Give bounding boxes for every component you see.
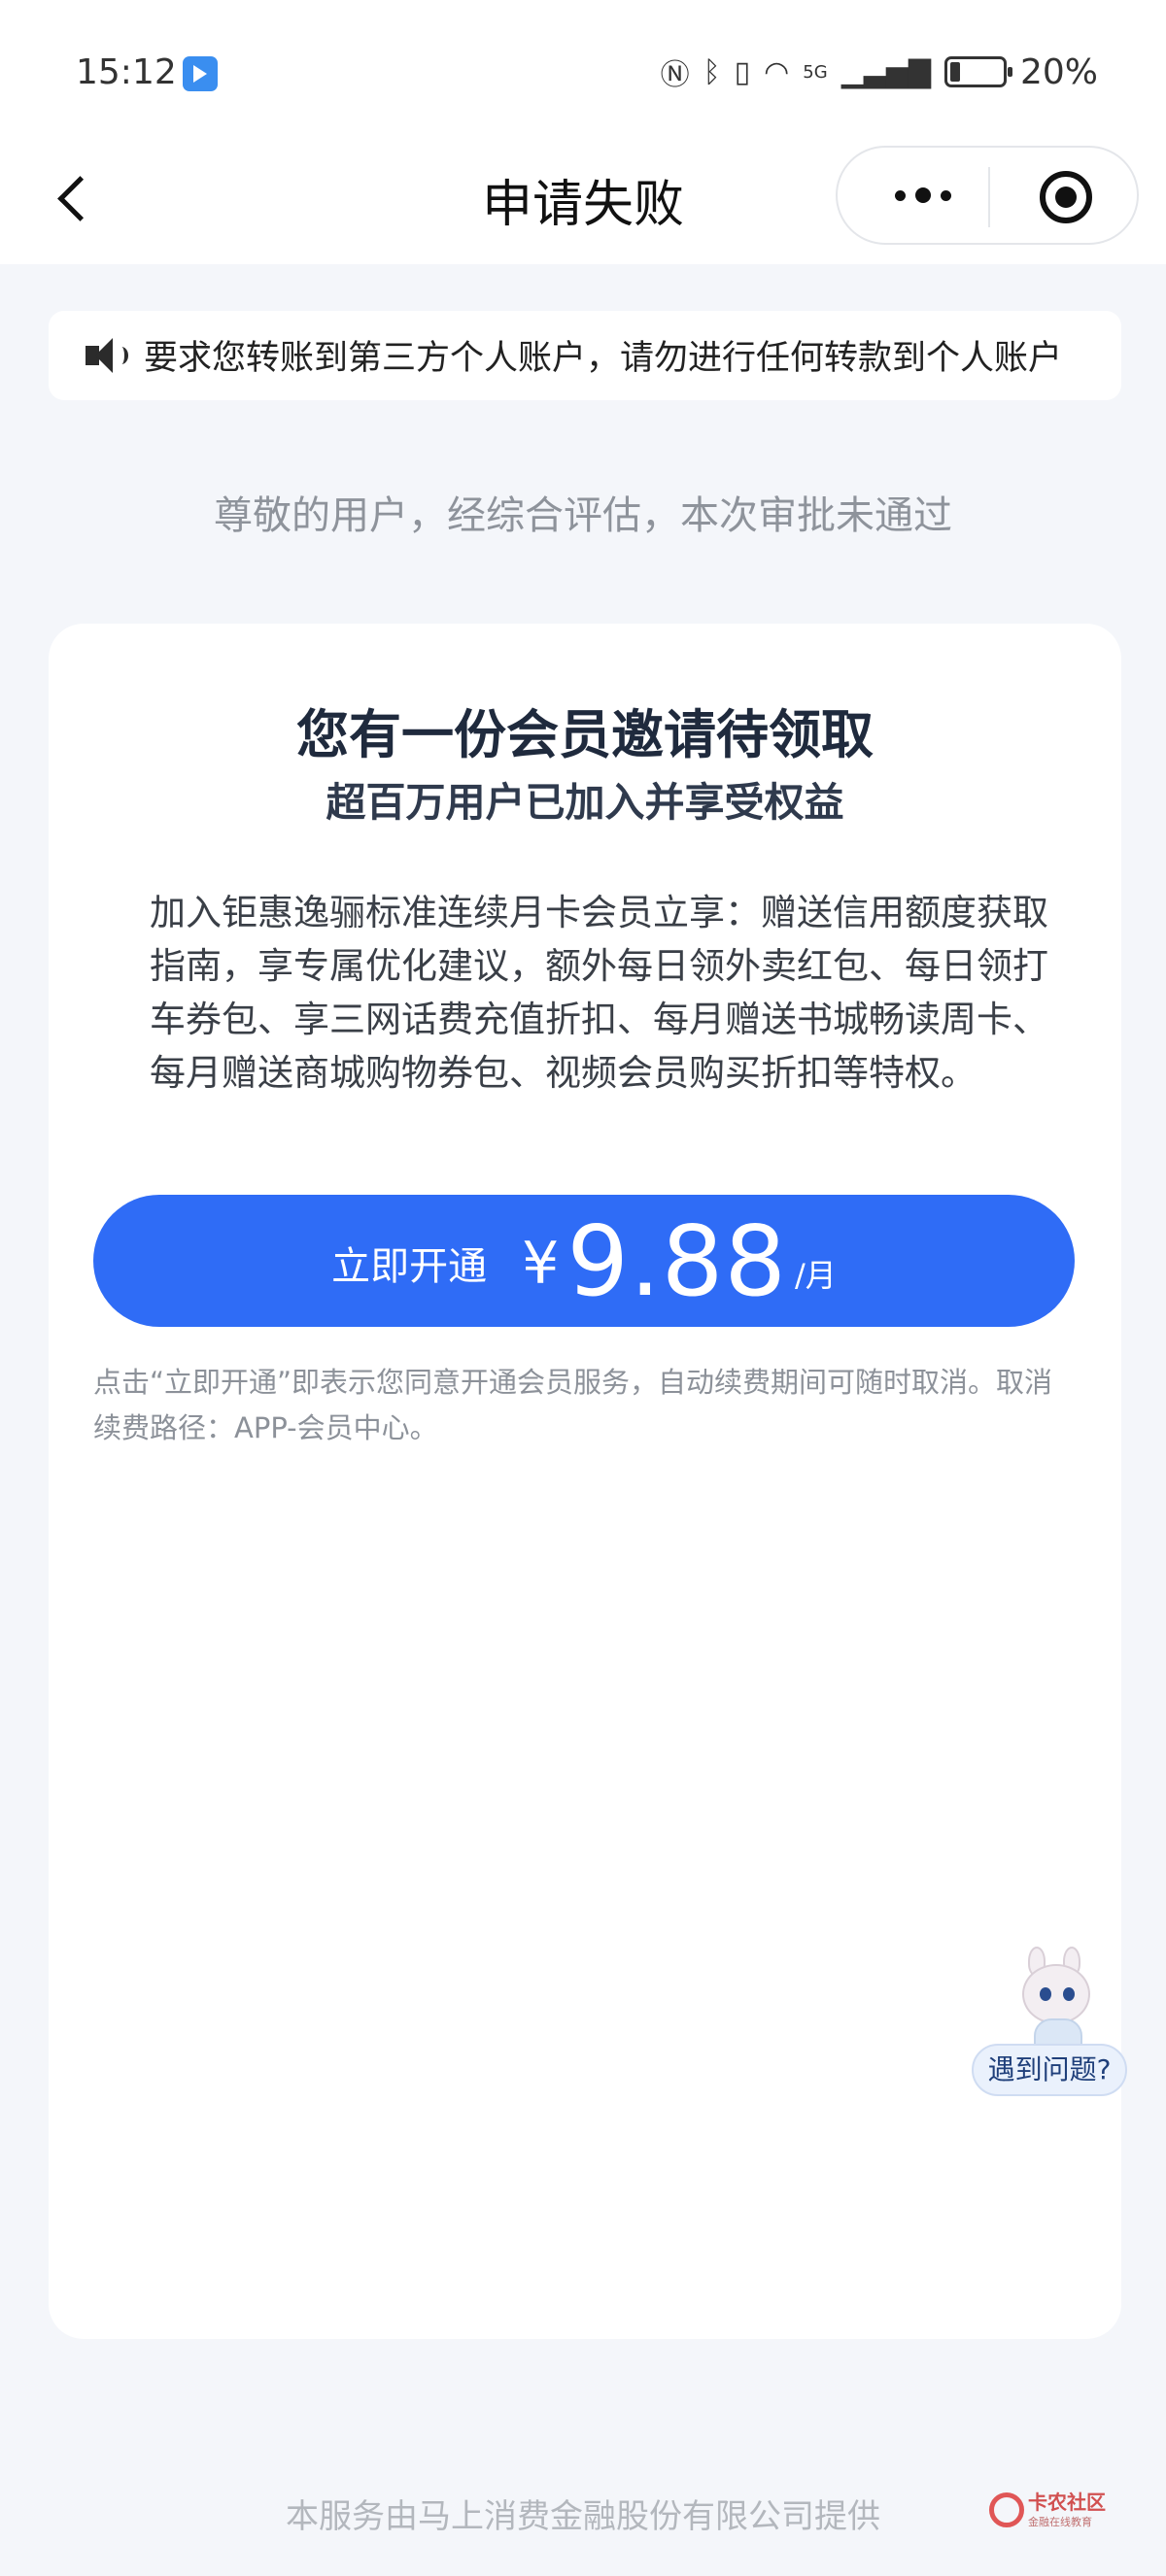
- watermark-logo: 卡农社区 金融在线教育: [989, 2487, 1135, 2539]
- mascot-eye-right: [1063, 1987, 1075, 2001]
- card-subtitle: 超百万用户已加入并享受权益: [326, 779, 844, 826]
- mascot-head: [1022, 1964, 1090, 2024]
- speaker-wave: [115, 347, 128, 364]
- help-label: 遇到问题?: [972, 2044, 1127, 2096]
- nfc-icon: Ⓝ: [660, 58, 690, 92]
- bluetooth-icon: ᛒ: [703, 54, 721, 89]
- more-dots-icon-center: [915, 187, 931, 203]
- capsule-divider: [988, 167, 990, 227]
- battery-icon: [943, 56, 1012, 87]
- membership-card: 您有一份会员邀请待领取 超百万用户已加入并享受权益 加入钜惠逸骊标准连续月卡会员…: [49, 624, 1121, 2339]
- signal-5g-icon: 5G: [803, 61, 828, 83]
- status-bar: 15:12 Ⓝ ᛒ ▯ ◠ 5G ▁▃▅▇ 20%: [0, 0, 1166, 146]
- miniprogram-capsule: [836, 146, 1139, 245]
- card-title: 您有一份会员邀请待领取: [296, 704, 874, 765]
- more-button[interactable]: [874, 171, 972, 220]
- battery-level: [949, 62, 960, 82]
- watermark-icon: [989, 2492, 1024, 2527]
- status-time: 15:12: [76, 52, 177, 92]
- help-button[interactable]: 遇到问题?: [972, 1943, 1127, 2098]
- watermark-subtitle: 金融在线教育: [1028, 2516, 1092, 2528]
- nav-bar: 申请失败: [0, 146, 1166, 264]
- more-dots-icon-right: [941, 189, 951, 201]
- open-membership-button[interactable]: 立即开通 ¥ 9.88 /月: [93, 1195, 1075, 1327]
- price-unit: /月: [795, 1257, 837, 1294]
- notice-text: 要求您转账到第三方个人账户，请勿进行任何转款到个人账户: [144, 339, 1063, 378]
- signal-bars-icon: ▁▃▅▇: [840, 54, 931, 89]
- watermark-title: 卡农社区: [1028, 2491, 1106, 2514]
- close-miniprogram-button[interactable]: [1040, 171, 1092, 223]
- button-label: 立即开通: [331, 1244, 488, 1289]
- speaker-icon: [86, 338, 132, 373]
- vibrate-icon: ▯: [734, 54, 751, 89]
- mascot-eye-left: [1040, 1987, 1051, 2001]
- more-dots-icon: [895, 189, 906, 201]
- app-notification-icon: [183, 56, 218, 91]
- price-currency: ¥: [522, 1230, 560, 1298]
- status-icons: Ⓝ ᛒ ▯ ◠ 5G ▁▃▅▇ 20%: [661, 51, 1098, 93]
- result-message: 尊敬的用户，经综合评估，本次审批未通过: [214, 493, 952, 538]
- speaker-cone: [95, 338, 113, 373]
- battery-percent: 20%: [1019, 51, 1098, 92]
- mascot-icon: [1007, 1947, 1108, 2051]
- wifi-icon: ◠: [764, 54, 790, 89]
- card-description: 加入钜惠逸骊标准连续月卡会员立享：赠送信用额度获取指南，享专属优化建议，额外每日…: [150, 892, 1048, 1094]
- price-value: 9.88: [566, 1203, 788, 1318]
- notice-bar: 要求您转账到第三方个人账户，请勿进行任何转款到个人账户: [49, 311, 1121, 400]
- agreement-text: 点击“立即开通”即表示您同意开通会员服务，自动续费期间可随时取消。取消续费路径：…: [93, 1366, 1053, 1444]
